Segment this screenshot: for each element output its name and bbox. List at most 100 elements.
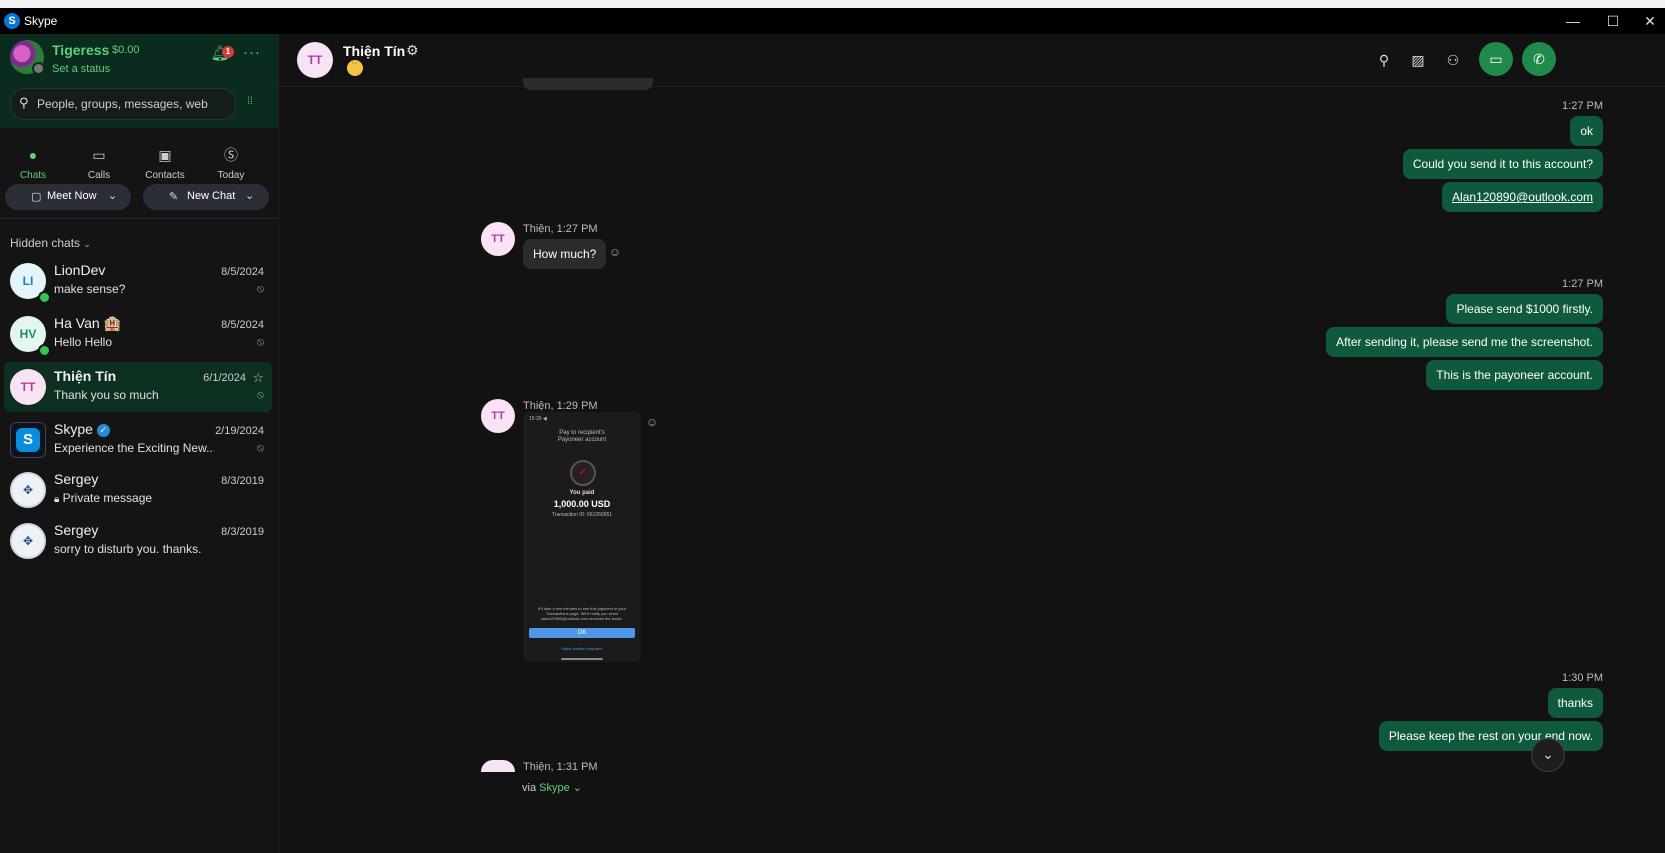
avatar[interactable]: TT bbox=[297, 42, 333, 78]
hidden-chats-label: Hidden chats bbox=[10, 236, 81, 250]
outgoing-message[interactable]: After sending it, please send me the scr… bbox=[1326, 327, 1603, 357]
chevron-down-icon[interactable]: ⌄ bbox=[108, 189, 117, 202]
payment-note: It'll take a few minutes to see this pay… bbox=[537, 606, 627, 621]
window-title: Skype bbox=[24, 14, 58, 28]
home-indicator bbox=[561, 658, 603, 660]
chat-date: 8/5/2024 bbox=[221, 319, 264, 331]
notification-count-badge: 1 bbox=[222, 46, 234, 58]
maximize-button[interactable]: ☐ bbox=[1593, 8, 1633, 34]
skype-credit[interactable]: $0.00 bbox=[112, 44, 140, 56]
ok-button: OK bbox=[529, 628, 635, 638]
transaction-id: Transaction ID: 661260651 bbox=[551, 512, 613, 518]
presence-indicator bbox=[32, 62, 45, 75]
payment-title: Payoneer account bbox=[557, 437, 607, 443]
chat-date: 2/19/2024 bbox=[215, 425, 264, 437]
muted-icon: ⦸ bbox=[256, 283, 264, 295]
sender-timestamp: Thiện, 1:29 PM bbox=[523, 400, 598, 412]
verified-badge-icon: ✓ bbox=[96, 424, 110, 437]
audio-call-button[interactable]: ✆ bbox=[1522, 42, 1556, 76]
sender-avatar[interactable]: TT bbox=[481, 222, 515, 256]
more-options-icon[interactable]: ··· bbox=[242, 44, 262, 64]
incoming-message[interactable]: How much? bbox=[523, 239, 607, 269]
sender-avatar[interactable] bbox=[481, 760, 515, 772]
skype-today-icon: Ⓢ bbox=[224, 147, 238, 163]
paid-label: You paid bbox=[569, 490, 595, 496]
outgoing-message[interactable]: Could you send it to this account? bbox=[1402, 149, 1603, 179]
scroll-to-bottom-button[interactable]: ⌄ bbox=[1531, 738, 1565, 772]
chat-list-item[interactable]: S Skype ✓ Experience the Exciting New...… bbox=[4, 415, 272, 465]
close-button[interactable]: ✕ bbox=[1630, 8, 1665, 34]
chat-list-item[interactable]: ✥ Sergey 🔒︎ Private message 8/3/2019 bbox=[4, 465, 272, 515]
chat-list-item[interactable]: TT Thiện Tín Thank you so much 6/1/2024 … bbox=[4, 362, 272, 412]
outgoing-message[interactable]: Please keep the rest on your end now. bbox=[1378, 721, 1603, 751]
tab-chats[interactable]: ● Chats bbox=[0, 140, 66, 190]
chat-list-item[interactable]: ✥ Sergey sorry to disturb you. thanks. 8… bbox=[4, 516, 272, 566]
via-app-name[interactable]: Skype bbox=[539, 782, 570, 794]
title-bar: S Skype — ☐ ✕ bbox=[0, 8, 1665, 34]
tab-contacts[interactable]: ▣ Contacts bbox=[132, 140, 198, 190]
sidebar: Tigeress $0.00 Set a status 🔔︎ 1 ··· ⚲ P… bbox=[0, 34, 279, 853]
online-presence-indicator bbox=[38, 344, 51, 357]
chevron-down-icon[interactable]: ⌄ bbox=[245, 189, 254, 202]
mood-emoji-icon: ˙˙ bbox=[347, 60, 363, 76]
previous-message-bubble bbox=[523, 78, 653, 90]
gallery-icon[interactable]: ▨ bbox=[1408, 50, 1428, 70]
reaction-smiley-icon[interactable]: ☺ bbox=[645, 415, 659, 429]
top-strip bbox=[0, 0, 1665, 8]
image-attachment[interactable]: 15:39 ◀ Pay to recipient's Payoneer acco… bbox=[523, 412, 641, 662]
chat-date: 8/5/2024 bbox=[221, 266, 264, 278]
sender-timestamp: Thiện, 1:31 PM bbox=[523, 761, 598, 773]
chat-name: LionDev bbox=[54, 262, 106, 278]
chat-name: Sergey bbox=[54, 471, 99, 487]
new-chat-button[interactable]: ✎ New Chat ⌄ bbox=[143, 184, 269, 210]
search-input[interactable]: ⚲ People, groups, messages, web bbox=[10, 88, 236, 120]
video-call-button[interactable]: ▭ bbox=[1479, 42, 1513, 76]
profile-name[interactable]: Tigeress bbox=[52, 42, 109, 58]
chat-name: Ha Van 🏨 bbox=[54, 315, 121, 331]
profile-header: Tigeress $0.00 Set a status 🔔︎ 1 ··· ⚲ P… bbox=[0, 34, 278, 128]
paid-amount: 1,000.00 USD bbox=[553, 499, 611, 509]
payment-title: Pay to recipient's bbox=[559, 430, 605, 436]
chat-bubble-icon: ● bbox=[28, 147, 38, 163]
chevron-down-icon[interactable]: ⌄ bbox=[573, 782, 582, 794]
dialpad-icon[interactable]: ⁞⁞ bbox=[244, 96, 256, 110]
phone-status-time: 15:39 ◀ bbox=[529, 416, 547, 422]
gear-icon[interactable]: ⚙ bbox=[406, 42, 419, 59]
outgoing-message[interactable]: thanks bbox=[1547, 688, 1603, 718]
outgoing-message[interactable]: ok bbox=[1570, 116, 1603, 146]
tab-label: Calls bbox=[87, 170, 111, 181]
add-people-icon[interactable]: ⚇ bbox=[1443, 50, 1463, 70]
via-skype-label: via Skype ⌄ bbox=[522, 781, 582, 794]
chat-date: 6/1/2024 bbox=[203, 372, 246, 384]
conversation-header: TT Thiện Tín ⚙ ˙˙ ⚲ ▨ ⚇ ▭ ✆ bbox=[279, 34, 1665, 87]
tab-label: Contacts bbox=[145, 170, 185, 181]
skype-logo-letter: S bbox=[16, 428, 40, 452]
chat-list-item[interactable]: LI LionDev make sense? 8/5/2024 ⦸ bbox=[4, 256, 272, 306]
sender-avatar[interactable]: TT bbox=[481, 399, 515, 433]
search-icon[interactable]: ⚲ bbox=[1374, 50, 1394, 70]
tab-today[interactable]: Ⓢ Today bbox=[198, 140, 264, 190]
outgoing-message[interactable]: This is the payoneer account. bbox=[1426, 360, 1603, 390]
avatar: TT bbox=[10, 369, 46, 405]
muted-icon: ⦸ bbox=[256, 442, 264, 454]
set-status-link[interactable]: Set a status bbox=[52, 63, 110, 75]
reaction-smiley-icon[interactable]: ☺ bbox=[608, 245, 622, 259]
compose-icon: ✎ bbox=[169, 191, 179, 203]
avatar[interactable] bbox=[10, 40, 45, 75]
video-camera-icon: ▭ bbox=[92, 147, 106, 163]
message-timestamp: 1:30 PM bbox=[1562, 672, 1603, 684]
outgoing-message[interactable]: Please send $1000 firstly. bbox=[1446, 294, 1603, 324]
favorite-star-icon[interactable]: ☆ bbox=[252, 370, 264, 386]
chat-preview: Hello Hello bbox=[54, 335, 113, 349]
meet-now-button[interactable]: ▢ Meet Now ⌄ bbox=[5, 184, 131, 210]
email-link[interactable]: Alan120890@outlook.com bbox=[1442, 182, 1603, 212]
minimize-button[interactable]: — bbox=[1553, 8, 1593, 34]
contacts-icon: ▣ bbox=[158, 147, 172, 163]
tab-calls[interactable]: ▭ Calls bbox=[66, 140, 132, 190]
hidden-chats-toggle[interactable]: Hidden chats ⌄ bbox=[10, 236, 91, 250]
chat-list-item[interactable]: HV Ha Van 🏨 Hello Hello 8/5/2024 ⦸ bbox=[4, 309, 272, 359]
chat-name: Skype ✓ bbox=[54, 421, 110, 437]
new-chat-label: New Chat bbox=[187, 190, 236, 202]
conversation-title[interactable]: Thiện Tín bbox=[343, 43, 405, 59]
chat-name-text: Skype bbox=[54, 421, 93, 437]
